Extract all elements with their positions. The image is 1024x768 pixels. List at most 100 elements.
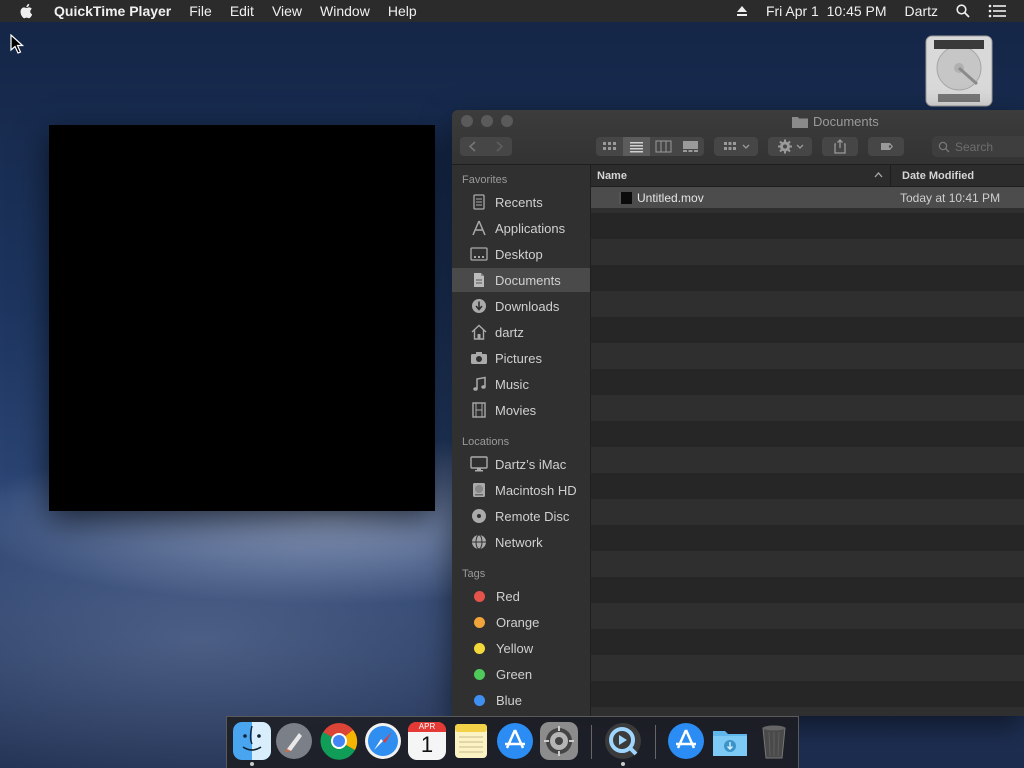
file-name: Untitled.mov <box>637 191 704 205</box>
list-header: Name Date Modified <box>591 165 1024 187</box>
menu-window[interactable]: Window <box>320 3 370 19</box>
notes-app-icon[interactable] <box>452 722 490 760</box>
trash-icon[interactable] <box>755 722 793 760</box>
tag-color-dot <box>474 642 485 654</box>
launchpad-app-icon[interactable] <box>275 722 313 760</box>
sidebar-item-music[interactable]: Music <box>452 372 590 396</box>
menu-view[interactable]: View <box>272 3 302 19</box>
search-placeholder: Search <box>955 139 994 154</box>
sidebar-item-macintosh-hd[interactable]: Macintosh HD <box>452 478 590 502</box>
disc-icon <box>470 507 488 525</box>
folder-icon <box>792 116 808 128</box>
sidebar-item-applications[interactable]: Applications <box>452 216 590 240</box>
column-separator[interactable] <box>890 165 891 186</box>
sidebar-item-desktop[interactable]: Desktop <box>452 242 590 266</box>
search-field[interactable]: Search <box>932 136 1024 157</box>
search-icon <box>938 141 950 152</box>
sidebar-label: Orange <box>496 614 540 630</box>
safari-app-icon[interactable] <box>364 722 402 760</box>
dock-separator <box>591 725 592 759</box>
documents-icon <box>470 271 488 289</box>
sidebar-tag-red[interactable]: Red <box>452 584 590 608</box>
sidebar-label: dartz <box>495 324 524 340</box>
applications-icon <box>470 219 488 237</box>
chrome-app-icon[interactable] <box>320 722 358 760</box>
file-list: Name Date Modified Untitled.mov Today at… <box>591 165 1024 716</box>
window-title: Documents <box>792 114 879 129</box>
applications-stack-icon[interactable] <box>667 722 705 760</box>
movie-file-icon <box>619 192 632 204</box>
macintosh-hd-desktop-icon[interactable] <box>922 34 996 108</box>
sidebar-item-documents[interactable]: Documents <box>452 268 590 292</box>
forward-chevron-icon[interactable] <box>486 137 512 156</box>
locations-header: Locations <box>462 436 510 448</box>
apple-menu-icon[interactable] <box>18 2 36 20</box>
view-mode-group <box>596 137 704 156</box>
sidebar-item-remote-disc[interactable]: Remote Disc <box>452 504 590 528</box>
app-store-app-icon[interactable] <box>496 722 534 760</box>
column-header-date-modified[interactable]: Date Modified <box>902 170 974 182</box>
column-header-name[interactable]: Name <box>597 170 627 182</box>
notification-center-icon[interactable] <box>988 4 1006 18</box>
minimize-window-button[interactable] <box>481 115 493 127</box>
downloads-stack-icon[interactable] <box>711 722 749 760</box>
sidebar-item-imac[interactable]: Dartz’s iMac <box>452 452 590 476</box>
share-button[interactable] <box>822 137 858 156</box>
sidebar-label: Movies <box>495 402 537 418</box>
zoom-window-button[interactable] <box>501 115 513 127</box>
recents-icon <box>470 193 488 211</box>
system-preferences-app-icon[interactable] <box>540 722 578 760</box>
gear-icon <box>778 139 804 154</box>
menu-app-name[interactable]: QuickTime Player <box>54 3 171 19</box>
tags-header: Tags <box>462 568 486 580</box>
running-indicator <box>250 762 254 766</box>
back-forward-group <box>460 137 512 156</box>
icon-view-icon[interactable] <box>596 137 623 156</box>
sidebar-tag-orange[interactable]: Orange <box>452 610 590 634</box>
sidebar-item-network[interactable]: Network <box>452 530 590 554</box>
menubar-user[interactable]: Dartz <box>905 3 938 19</box>
table-row[interactable]: Untitled.mov Today at 10:41 PM <box>591 187 1024 208</box>
sidebar-label: Red <box>496 588 520 604</box>
close-window-button[interactable] <box>461 115 473 127</box>
group-grid-icon <box>724 142 750 150</box>
finder-window: Documents Search Favorites Recents Appli… <box>452 110 1024 716</box>
tag-color-dot <box>474 668 485 680</box>
sidebar-tag-green[interactable]: Green <box>452 662 590 686</box>
menubar-clock[interactable]: Fri Apr 1 10:45 PM <box>766 3 887 19</box>
eject-icon[interactable] <box>736 5 748 17</box>
menu-edit[interactable]: Edit <box>230 3 254 19</box>
list-view-icon[interactable] <box>623 137 650 156</box>
sidebar-item-recents[interactable]: Recents <box>452 190 590 214</box>
sort-ascending-icon[interactable] <box>874 171 883 179</box>
menu-help[interactable]: Help <box>388 3 417 19</box>
sidebar-label: Desktop <box>495 246 543 262</box>
sidebar-tag-yellow[interactable]: Yellow <box>452 636 590 660</box>
group-by-button[interactable] <box>714 137 758 156</box>
finder-app-icon[interactable] <box>233 722 271 760</box>
edit-tags-button[interactable] <box>868 137 904 156</box>
favorites-header: Favorites <box>462 174 508 186</box>
action-menu-button[interactable] <box>768 137 812 156</box>
sidebar-item-movies[interactable]: Movies <box>452 398 590 422</box>
sidebar-item-pictures[interactable]: Pictures <box>452 346 590 370</box>
sidebar-label: Pictures <box>495 350 542 366</box>
spotlight-search-icon[interactable] <box>956 4 970 18</box>
mouse-cursor-icon <box>10 34 24 54</box>
back-chevron-icon[interactable] <box>460 137 486 156</box>
sidebar-item-downloads[interactable]: Downloads <box>452 294 590 318</box>
gallery-view-icon[interactable] <box>677 137 704 156</box>
sidebar-label: Network <box>495 534 543 550</box>
downloads-icon <box>470 297 488 315</box>
desktop-icon <box>470 245 488 263</box>
sidebar-label: Recents <box>495 194 543 210</box>
calendar-app-icon[interactable]: APR 1 <box>408 722 446 760</box>
film-icon <box>470 401 488 419</box>
quicktime-app-icon[interactable] <box>604 722 642 760</box>
quicktime-video-window[interactable] <box>49 125 435 511</box>
menu-bar: QuickTime Player File Edit View Window H… <box>0 0 1024 22</box>
menu-file[interactable]: File <box>189 3 212 19</box>
column-view-icon[interactable] <box>650 137 677 156</box>
sidebar-item-home[interactable]: dartz <box>452 320 590 344</box>
sidebar-tag-blue[interactable]: Blue <box>452 688 590 712</box>
